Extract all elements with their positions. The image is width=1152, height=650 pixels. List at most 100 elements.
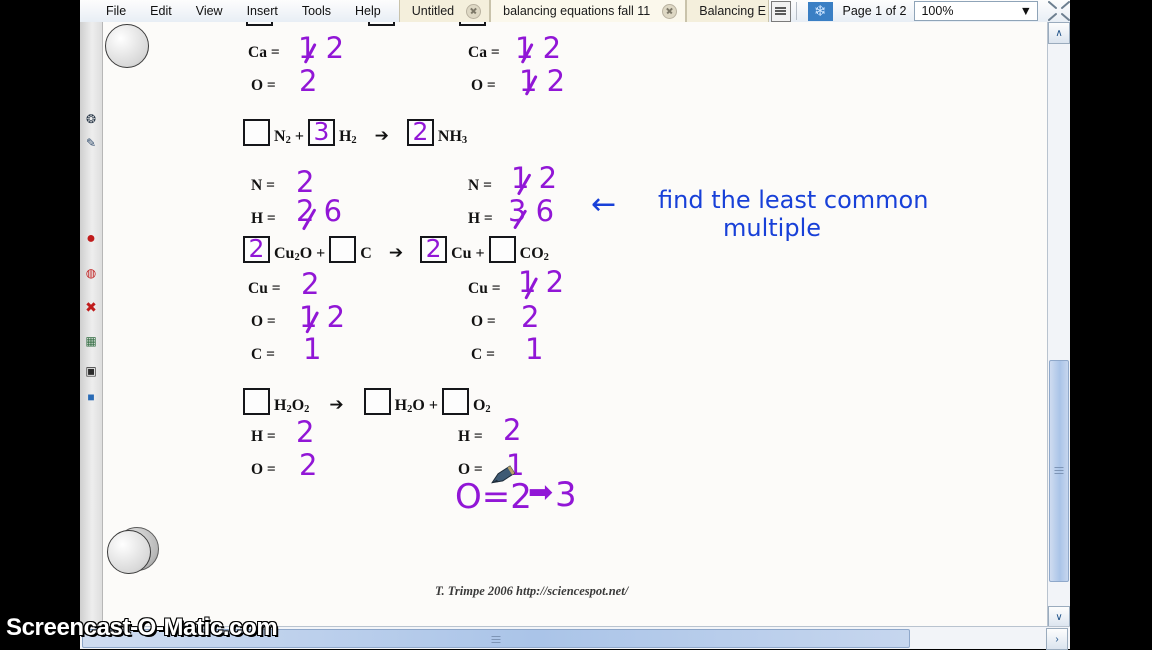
document-page[interactable]: Ca = 1 2 O = 2 Ca = 1 2 O = 1 2 N2 + 3 H…	[103, 22, 1047, 626]
coeff-box-c[interactable]	[329, 236, 357, 263]
formula-c: C	[360, 245, 372, 262]
coeff-box-h2[interactable]: 3	[307, 117, 335, 146]
tally-o2-left-label: O =	[251, 313, 276, 330]
tally-ca-left-label: Ca =	[248, 44, 280, 61]
tally-cu-right-label: Cu =	[468, 280, 501, 297]
reaction-arrow-1: ➔	[374, 126, 389, 146]
stamp-tool-icon: ◍	[85, 266, 97, 280]
formula-h2o: H2O	[394, 397, 425, 415]
tab-untitled-label: Untitled	[411, 4, 455, 18]
tab-balancing-e-label: Balancing E	[699, 4, 766, 18]
zoom-value: 100%	[921, 4, 954, 18]
scroll-right-glyph: ›	[1055, 633, 1059, 645]
coeff-box-nh3[interactable]: 2	[406, 117, 434, 146]
vertical-scroll-thumb[interactable]	[1049, 360, 1069, 582]
vertical-scrollbar[interactable]: ∧ ∨	[1047, 22, 1070, 628]
vertical-scroll-grip	[1054, 465, 1064, 476]
delete-tool-icon: ✖	[85, 298, 97, 315]
horizontal-scroll-grip	[491, 634, 501, 645]
blue-tool-icon: ■	[87, 390, 95, 404]
tally-c-left-value: 1	[303, 332, 322, 366]
coeff-box-cu2o[interactable]: 2	[243, 234, 270, 263]
tally-c-right-label: C =	[471, 346, 495, 363]
coeff-box-nh3-ink: 2	[412, 117, 429, 146]
tally-n-left-label: N =	[251, 177, 275, 194]
tally-cu-left-value: 2	[301, 267, 320, 301]
tally-o2-left-value: 1 2	[299, 300, 346, 334]
clipped-answer-box-3	[459, 22, 486, 26]
tally-o-right-label: O =	[471, 77, 496, 94]
snowflake-icon[interactable]: ❄	[807, 1, 833, 21]
coeff-box-h2o[interactable]	[363, 388, 391, 415]
annotation-arrow-icon: ←	[591, 187, 617, 222]
page-corner-bottom	[107, 530, 151, 574]
tally-o2-right-value: 2	[521, 300, 540, 334]
formula-n2: N2	[274, 128, 291, 146]
tab-untitled-close-icon[interactable]	[466, 3, 482, 19]
working-result: 3	[555, 475, 577, 515]
coeff-box-n2[interactable]	[243, 119, 270, 146]
tab-balancing-equations-fall-11-label: balancing equations fall 11	[503, 4, 651, 18]
tab-balancing-equations-fall-11-close-icon[interactable]	[662, 3, 678, 19]
chevron-down-icon: ▼	[1019, 4, 1033, 18]
menu-file[interactable]: File	[94, 0, 138, 22]
tally-n-left-value: 2	[296, 165, 315, 199]
coeff-box-cu[interactable]: 2	[420, 234, 448, 263]
toolbar-divider	[795, 2, 797, 20]
tally-c-right-value: 1	[525, 332, 544, 366]
eq-plus-2: +	[316, 245, 326, 262]
pen-tool-icon: ✎	[85, 136, 97, 150]
tally-c-left-label: C =	[251, 346, 275, 363]
tally-h-right-value: 3 6	[508, 194, 555, 228]
coeff-box-h2o2[interactable]	[243, 388, 270, 415]
equation-cu2o: 2 Cu2O + C ➔ 2 Cu + CO2	[243, 234, 549, 263]
formula-h2o2: H2O2	[274, 397, 310, 415]
scroll-down-button[interactable]: ∨	[1048, 606, 1070, 628]
menu-view[interactable]: View	[184, 0, 235, 22]
tally-h3-left-label: H =	[251, 428, 276, 445]
menu-help[interactable]: Help	[343, 0, 393, 22]
tally-o-left-label: O =	[251, 77, 276, 94]
tally-h3-right-label: H =	[458, 428, 483, 445]
menu-edit[interactable]: Edit	[138, 0, 184, 22]
tally-cu-left-label: Cu =	[248, 280, 281, 297]
coeff-box-h2-ink: 3	[313, 117, 330, 146]
tab-balancing-equations-fall-11[interactable]: balancing equations fall 11	[490, 0, 687, 22]
formula-cu: Cu	[451, 245, 472, 262]
tally-n-right-value: 1 2	[511, 161, 558, 195]
coeff-box-co2[interactable]	[488, 236, 516, 263]
formula-o2: O2	[472, 397, 491, 415]
tab-untitled[interactable]: Untitled	[398, 0, 491, 22]
pointer-tool-icon: ❂	[85, 112, 97, 126]
record-tool-icon: ●	[86, 230, 96, 247]
tally-h-left-label: H =	[251, 210, 276, 227]
zoom-select[interactable]: 100% ▼	[914, 1, 1039, 21]
texture-tool-icon: ▦	[85, 334, 97, 348]
menu-insert[interactable]: Insert	[235, 0, 290, 22]
menu-tools[interactable]: Tools	[290, 0, 343, 22]
tool-rail: ❂ ✎ ● ◍ ✖ ▦ ▣ ■	[80, 22, 103, 626]
tally-o-left-value: 2	[299, 64, 318, 98]
formula-cu2o: Cu2O	[274, 245, 313, 263]
snowflake-glyph: ❄	[813, 2, 827, 20]
workspace: ❂ ✎ ● ◍ ✖ ▦ ▣ ■ Ca = 1 2 O = 2 Ca = 1 2 …	[80, 22, 1070, 628]
working-arrow-icon: ➡	[528, 475, 554, 510]
tally-h3-left-value: 2	[296, 415, 315, 449]
tally-ca-right-label: Ca =	[468, 44, 500, 61]
eq-plus-3: +	[475, 245, 485, 262]
expand-icon[interactable]	[1048, 1, 1071, 21]
clipped-answer-box-2	[368, 22, 395, 26]
scroll-right-button[interactable]: ›	[1046, 628, 1068, 650]
clipped-answer-box-1	[246, 22, 273, 26]
tally-h-left-value: 2 6	[296, 194, 343, 228]
scroll-up-button[interactable]: ∧	[1048, 22, 1070, 44]
coeff-box-o2[interactable]	[441, 388, 469, 415]
pen-cursor-icon	[491, 465, 516, 484]
tab-balancing-e[interactable]: Balancing E	[686, 0, 769, 22]
formula-h2: H2	[338, 128, 357, 146]
formula-co2: CO2	[519, 245, 549, 263]
document-icon[interactable]	[770, 0, 791, 22]
worksheet-footer: T. Trimpe 2006 http://sciencespot.net/	[435, 584, 629, 598]
tally-cu-right-value: 1 2	[518, 265, 565, 299]
menu-bar: File Edit View Insert Tools Help	[80, 0, 393, 22]
